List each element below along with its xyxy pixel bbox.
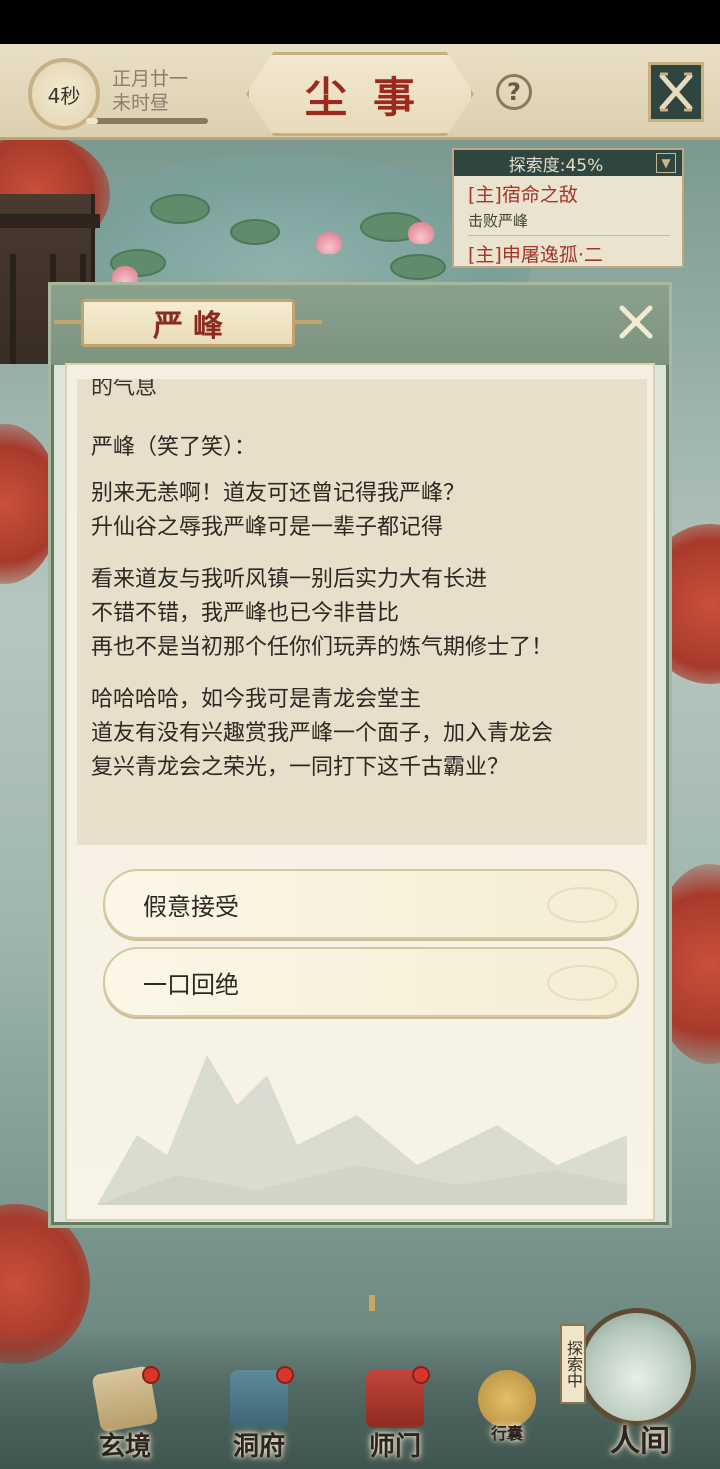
lily-pad [230, 219, 280, 245]
dialogue-line: 别来无恙啊！道友可还曾记得我严峰？ [91, 481, 466, 506]
time-progress-fill [86, 118, 99, 124]
dialogue-line: 的气息 [91, 379, 158, 400]
exploration-header[interactable]: 探索度:45% ▼ [454, 150, 682, 176]
nav-label: 师门 [368, 1432, 421, 1462]
dialogue-line: 不错不错，我严峰也已今非昔比 [91, 601, 400, 626]
quest-item[interactable]: [主]申屠逸孤·二 [454, 236, 682, 267]
date-line: 正月廿一 [112, 68, 189, 90]
dialogue-paragraph: 看来道友与我听风镇一别后实力大有长进 不错不错，我严峰也已今非昔比 再也不是当初… [91, 563, 553, 665]
lotus-flower [408, 222, 434, 244]
dialogue-line: 再也不是当初那个任你们玩弄的炼气期修士了！ [91, 635, 554, 660]
notification-dot [412, 1366, 430, 1384]
quest-title: [主]申屠逸孤·二 [468, 244, 603, 266]
cloud-ornament-icon [547, 965, 617, 1001]
lotus-flower [316, 232, 342, 254]
dialog-header: 严峰 [51, 285, 669, 365]
exploration-progress: 探索度:45% [508, 155, 604, 176]
page-title: 尘事 [304, 72, 441, 122]
notification-dot [142, 1366, 160, 1384]
lily-pad [390, 254, 446, 280]
dialogue-line: 升仙谷之辱我严峰可是一辈子都记得 [91, 515, 444, 540]
close-button[interactable] [648, 62, 704, 122]
ink-mountain-decoration [97, 1055, 627, 1205]
dialogue-line: 道友有没有兴趣赏我严峰一个面子，加入青龙会 [91, 721, 554, 746]
choice-label: 假意接受 [143, 892, 239, 921]
dialog-body: 的气息 严峰（笑了笑）： 别来无恙啊！道友可还曾记得我严峰？ 升仙谷之辱我严峰可… [65, 363, 655, 1311]
scroll-end-marker [369, 1295, 375, 1311]
dialogue-paragraph: 哈哈哈哈，如今我可是青龙会堂主 道友有没有兴趣赏我严峰一个面子，加入青龙会 复兴… [91, 683, 553, 785]
quest-description: 击败严峰 [468, 210, 670, 236]
choice-label: 一口回绝 [143, 970, 239, 999]
time-period: 未时昼 [112, 92, 170, 114]
cloud-ornament-icon [547, 887, 617, 923]
dialogue-dialog: 严峰 的气息 严峰（笑了笑）： 别来无恙啊！道友可还曾记得我严峰？ 升仙谷之辱我… [48, 282, 672, 1311]
title-plaque: 尘事 [246, 52, 474, 136]
quest-title: [主]宿命之敌 [468, 184, 578, 206]
speaker-name-plaque: 严峰 [54, 299, 322, 347]
chevron-down-icon[interactable]: ▼ [656, 153, 676, 173]
dialog-close-button[interactable] [613, 299, 659, 345]
world-button[interactable]: 探索中 人间 [560, 1300, 710, 1460]
dialogue-line: 看来道友与我听风镇一别后实力大有长进 [91, 567, 488, 592]
dialogue-paragraph: 别来无恙啊！道友可还曾记得我严峰？ 升仙谷之辱我严峰可是一辈子都记得 [91, 477, 465, 545]
help-button[interactable]: ? [496, 74, 532, 110]
nav-item-shimen[interactable]: 师门 [340, 1366, 450, 1469]
close-icon [659, 72, 693, 112]
choice-button-refuse[interactable]: 一口回绝 [103, 947, 639, 1017]
notification-dot [276, 1366, 294, 1384]
lily-pad [150, 194, 210, 224]
nav-item-xingnang[interactable]: 行囊 [452, 1370, 562, 1469]
speaker-line: 严峰（笑了笑）： [91, 435, 257, 460]
timer-value: 4秒 [47, 83, 81, 108]
dialogue-text-scroll[interactable]: 的气息 严峰（笑了笑）： 别来无恙啊！道友可还曾记得我严峰？ 升仙谷之辱我严峰可… [77, 379, 647, 845]
quest-item[interactable]: [主]宿命之敌 击败严峰 [454, 176, 682, 236]
dialogue-line: 哈哈哈哈，如今我可是青龙会堂主 [91, 687, 422, 712]
nav-label: 行囊 [490, 1424, 523, 1443]
nav-item-dongfu[interactable]: 洞府 [204, 1366, 314, 1469]
time-progress-bar [86, 118, 208, 124]
exploring-status: 探索中 [560, 1324, 586, 1404]
top-bar: 4秒 正月廿一 未时昼 尘事 ? [0, 44, 720, 140]
landscape-icon [578, 1308, 696, 1426]
choice-button-accept[interactable]: 假意接受 [103, 869, 639, 939]
nav-item-xuanjing[interactable]: 玄境 [70, 1365, 180, 1469]
exploration-panel: 探索度:45% ▼ [主]宿命之敌 击败严峰 [主]申屠逸孤·二 [452, 148, 684, 268]
help-icon: ? [507, 78, 521, 106]
nav-label: 洞府 [232, 1432, 285, 1462]
dialogue-line: 复兴青龙会之荣光，一同打下这千古霸业？ [91, 755, 510, 780]
world-label: 人间 [610, 1424, 670, 1459]
speaker-name: 严峰 [153, 309, 233, 344]
close-icon [619, 305, 653, 339]
nav-label: 玄境 [98, 1432, 151, 1462]
